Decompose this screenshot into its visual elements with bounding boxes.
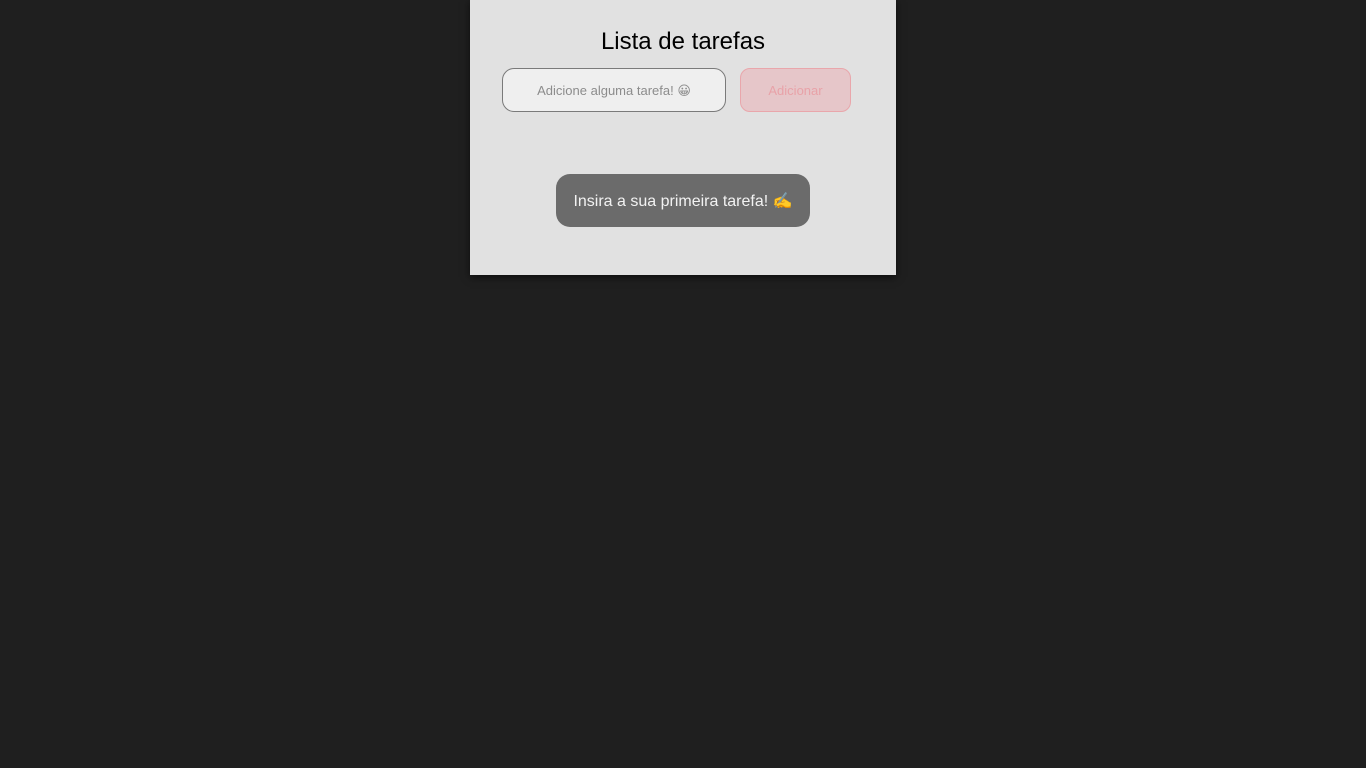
page-title: Lista de tarefas bbox=[600, 28, 766, 55]
empty-list-message-text: Insira a sua primeira tarefa! ✍️ bbox=[573, 192, 793, 210]
task-input[interactable] bbox=[502, 68, 726, 112]
empty-list-message: Insira a sua primeira tarefa! ✍️ bbox=[556, 174, 810, 227]
add-task-button[interactable]: Adicionar bbox=[740, 68, 851, 112]
todo-card: Lista de tarefas Adicionar Insira a sua … bbox=[470, 0, 896, 275]
